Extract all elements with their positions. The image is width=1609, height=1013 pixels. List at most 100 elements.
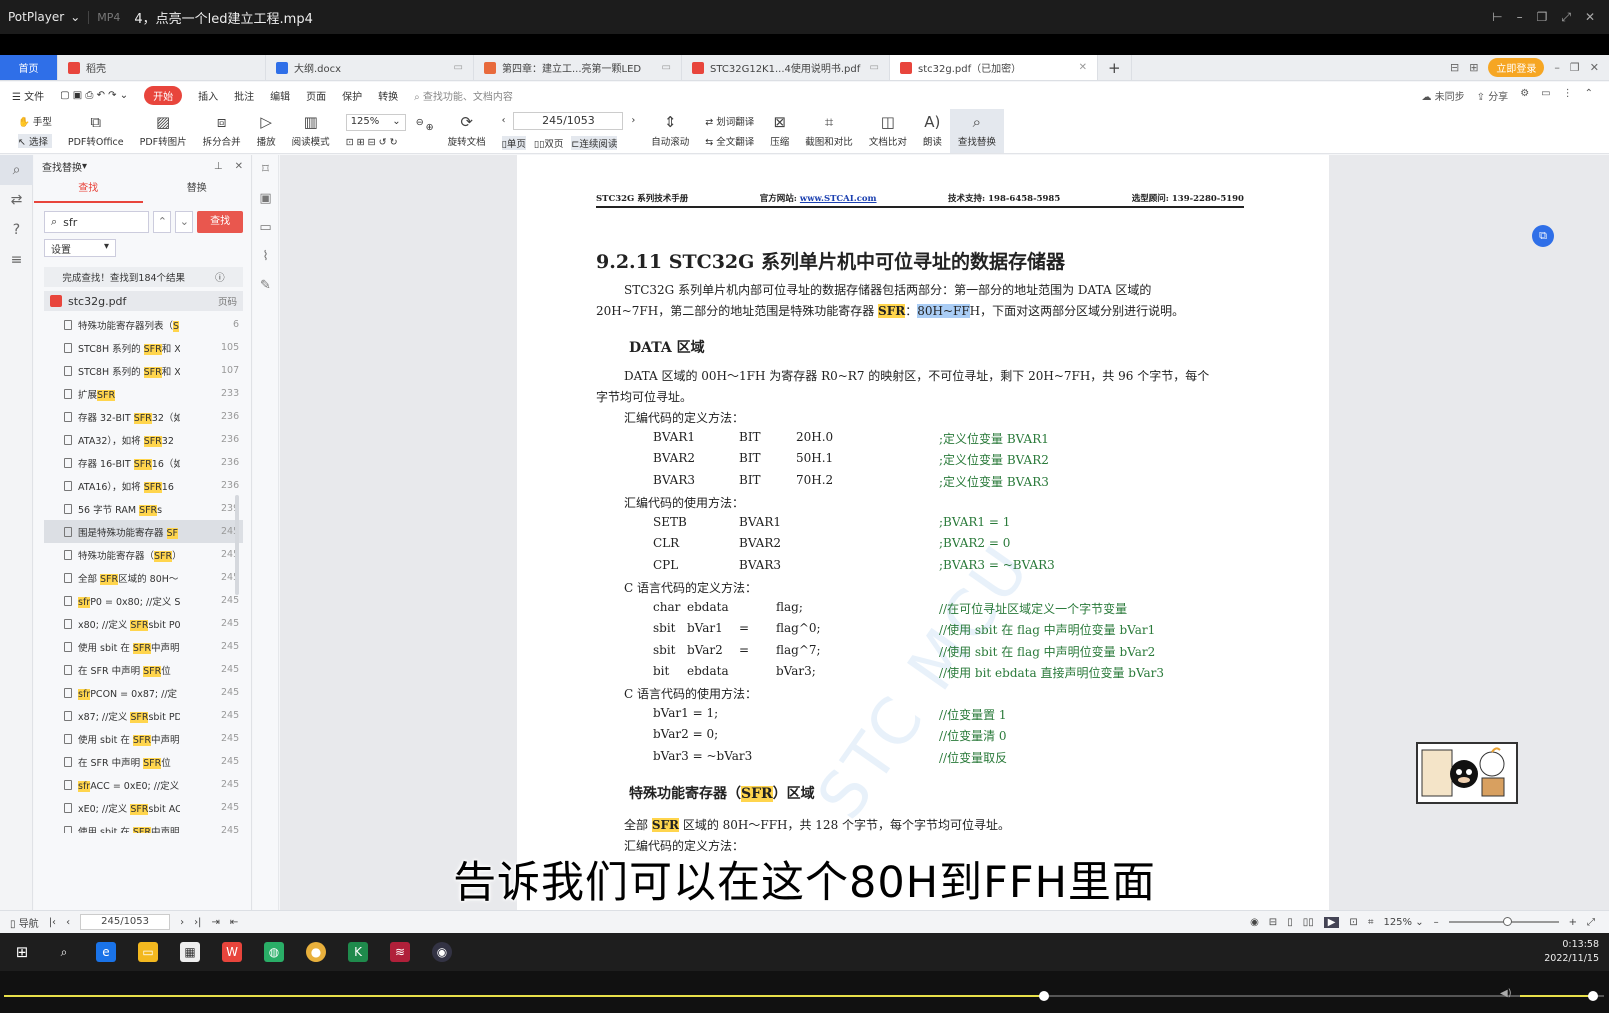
- result-item[interactable]: 56 字节 RAM SFRs 239: [44, 497, 243, 520]
- tab-chapter4[interactable]: 第四章：建立工...亮第一颗LED ▭: [474, 55, 682, 80]
- convert-rail-icon[interactable]: ⇄: [0, 185, 33, 215]
- menu-edit[interactable]: 编辑: [270, 88, 290, 103]
- results-scrollbar[interactable]: [235, 495, 239, 595]
- result-item[interactable]: 全部 SFR区域的 80H～ 245: [44, 566, 243, 589]
- wps-icon[interactable]: W: [222, 942, 242, 962]
- zoom-select[interactable]: 125% ⌄: [345, 113, 406, 131]
- comment-icon[interactable]: ▭: [1541, 88, 1550, 103]
- result-item[interactable]: ATA16），如将 SFR16 236: [44, 474, 243, 497]
- zoom-slider[interactable]: [1448, 917, 1559, 926]
- menu-file[interactable]: ☰ 文件: [12, 88, 44, 103]
- zoom-out-icon[interactable]: ⊖: [416, 117, 424, 128]
- tab-docer[interactable]: 稻壳: [58, 55, 266, 80]
- result-item[interactable]: x87; //定义 SFRsbit PD 245: [44, 704, 243, 727]
- grid-icon[interactable]: ⊞: [1469, 61, 1478, 74]
- wechat-icon[interactable]: ◍: [264, 942, 284, 962]
- result-item[interactable]: 在 SFR 中声明 SFR位 245: [44, 750, 243, 773]
- volume-bar[interactable]: [1520, 995, 1592, 997]
- sync-status[interactable]: ☁ 未同步: [1421, 88, 1464, 103]
- bookmark-icon[interactable]: ⌑: [253, 155, 278, 184]
- close-icon[interactable]: ✕: [1585, 10, 1595, 25]
- result-item[interactable]: 存器 16-BIT SFR16（如 236: [44, 451, 243, 474]
- next-page-icon[interactable]: ›: [180, 917, 184, 928]
- result-item[interactable]: 使用 sbit 在 SFR中声明 245: [44, 727, 243, 750]
- restore-icon[interactable]: ❐: [1570, 61, 1580, 74]
- double-view-icon[interactable]: ▯▯: [1303, 917, 1314, 928]
- page-input[interactable]: 245/1053: [513, 111, 624, 130]
- split-merge-button[interactable]: ⧈ 拆分合并: [195, 109, 249, 153]
- first-page-icon[interactable]: |‹: [49, 917, 56, 928]
- full-translate-button[interactable]: ⇆ 全文翻译: [705, 134, 754, 148]
- result-item[interactable]: 围是特殊功能寄存器 SF 245: [44, 520, 243, 543]
- comment-icon[interactable]: ▭: [253, 213, 278, 242]
- find-replace-button[interactable]: ⌕ 查找替换: [949, 108, 1004, 153]
- minimize-icon[interactable]: –: [1554, 61, 1560, 74]
- menu-insert[interactable]: 插入: [198, 88, 218, 103]
- find-button[interactable]: 查找: [197, 211, 243, 233]
- search-input[interactable]: ⌕ sfr: [44, 211, 150, 233]
- result-item[interactable]: sfrACC = 0xE0; //定义 245: [44, 773, 243, 796]
- signature-icon[interactable]: ✎: [253, 271, 278, 300]
- help-icon[interactable]: ⓘ: [215, 270, 225, 284]
- eye-icon[interactable]: ◉: [1250, 917, 1259, 928]
- thumbnail-icon[interactable]: ▣: [253, 184, 278, 213]
- result-item[interactable]: 特殊功能寄存器列表（S 6: [44, 313, 243, 336]
- zoom-slider-knob[interactable]: [1502, 917, 1512, 926]
- play-button[interactable]: ▷ 播放: [249, 109, 284, 153]
- hand-tool[interactable]: ✋ 手型: [18, 114, 52, 128]
- edge-icon[interactable]: e: [96, 942, 116, 962]
- menu-annotate[interactable]: 批注: [234, 88, 254, 103]
- menu-page[interactable]: 页面: [306, 88, 326, 103]
- search-icon[interactable]: ⌕: [54, 942, 74, 962]
- tab-replace[interactable]: 替换: [143, 177, 252, 203]
- help-rail-icon[interactable]: ?: [0, 215, 33, 245]
- settings-dropdown[interactable]: 设置 ▾: [44, 239, 116, 257]
- share-button[interactable]: ⇪ 分享: [1477, 88, 1509, 103]
- pin-icon[interactable]: ⊢: [1492, 10, 1502, 25]
- read-aloud-button[interactable]: A) 朗读: [915, 109, 950, 153]
- store-icon[interactable]: ▦: [180, 942, 200, 962]
- minimize-icon[interactable]: –: [1517, 10, 1523, 25]
- single-view-icon[interactable]: ▯: [1287, 917, 1293, 928]
- zoom-in-icon[interactable]: ⊕: [426, 122, 434, 133]
- tab-home[interactable]: 首页: [0, 55, 58, 80]
- pdf-to-image-button[interactable]: ▨ PDF转图片: [132, 109, 195, 153]
- floating-assistant-icon[interactable]: ⧉: [1532, 225, 1554, 247]
- stc-isp-icon[interactable]: ≋: [390, 942, 410, 962]
- volume-knob[interactable]: [1588, 991, 1598, 1001]
- fullscreen-icon[interactable]: ⤢: [1587, 917, 1595, 928]
- close-icon[interactable]: ✕: [235, 161, 243, 172]
- nav-toggle[interactable]: ▯ 导航: [10, 915, 39, 930]
- find-rail-icon[interactable]: ⌕: [0, 155, 33, 185]
- word-translate-button[interactable]: ⇄ 划词翻译: [705, 114, 754, 128]
- rotate-doc-button[interactable]: ⟳ 旋转文档: [440, 109, 494, 153]
- result-item[interactable]: ATA32），如将 SFR32 236: [44, 428, 243, 451]
- compress-button[interactable]: ⊠ 压缩: [762, 109, 797, 153]
- result-item[interactable]: sfrPCON = 0x87; //定 245: [44, 681, 243, 704]
- select-tool[interactable]: ↖ 选择: [18, 133, 52, 148]
- auto-scroll-button[interactable]: ⇕ 自动滚动: [643, 109, 697, 153]
- pdf-to-office-button[interactable]: ⧉ PDF转Office: [60, 109, 132, 153]
- next-result-button[interactable]: ⌄: [175, 211, 194, 233]
- tab-outline-docx[interactable]: 大纲.docx ▭: [266, 55, 474, 80]
- quick-icons[interactable]: ▢ ▣ ⎙ ↶ ↷ ⌄: [60, 90, 128, 101]
- tab-find[interactable]: 查找: [34, 177, 143, 203]
- feature-search[interactable]: ⌕ 查找功能、文档内容: [414, 88, 513, 103]
- player-menu-button[interactable]: PotPlayer ⌄: [0, 10, 88, 24]
- attachment-icon[interactable]: ⌇: [253, 242, 278, 271]
- result-item[interactable]: 扩展SFR 233: [44, 382, 243, 405]
- pin-icon[interactable]: ⊥: [214, 161, 223, 172]
- document-viewer[interactable]: STC32G 系列技术手册 官方网站: www.STCAI.com 技术支持: 19…: [280, 155, 1609, 910]
- volume-icon[interactable]: ◀): [1500, 988, 1512, 999]
- zoom-in-icon[interactable]: +: [1569, 917, 1577, 928]
- status-page-input[interactable]: 245/1053: [80, 914, 171, 930]
- last-page-icon[interactable]: ›|: [194, 917, 201, 928]
- result-item[interactable]: sfrP0 = 0x80; //定义 S 245: [44, 589, 243, 612]
- windows-start-icon[interactable]: ⊞: [12, 942, 32, 962]
- fullscreen-icon[interactable]: ⤢: [1561, 10, 1571, 25]
- tab-pin-icon[interactable]: ▭: [454, 62, 463, 73]
- close-icon[interactable]: ✕: [1590, 61, 1599, 74]
- menu-start[interactable]: 开始: [144, 85, 183, 105]
- tab-pin-icon[interactable]: ▭: [870, 62, 879, 73]
- seek-knob[interactable]: [1039, 991, 1049, 1001]
